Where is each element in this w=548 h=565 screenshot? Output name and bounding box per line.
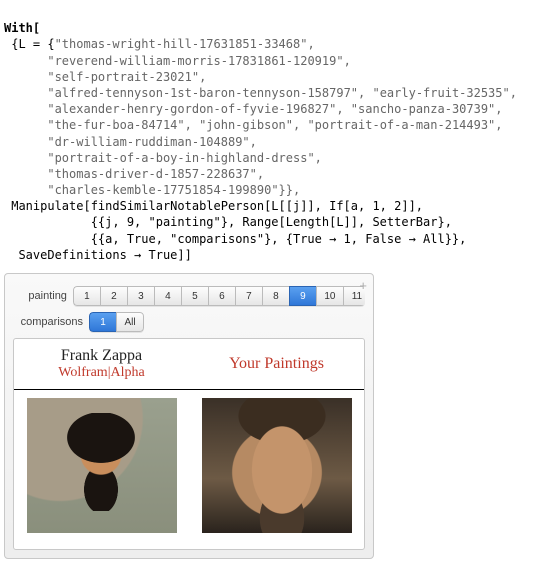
person-source: Wolfram|Alpha — [26, 365, 177, 381]
painting-image-cell — [189, 390, 364, 545]
person-image — [27, 398, 177, 533]
code-item-3: "alfred-tennyson-1st-baron-tennyson-1587… — [47, 86, 517, 100]
painting-option-7[interactable]: 7 — [235, 286, 262, 306]
painting-option-8[interactable]: 8 — [262, 286, 289, 306]
painting-option-3[interactable]: 3 — [127, 286, 154, 306]
manipulate-panel: + painting 1234567891011121314 compariso… — [4, 273, 374, 559]
painting-image — [202, 398, 352, 533]
painting-control-row: painting 1234567891011121314 — [13, 286, 365, 306]
painting-option-5[interactable]: 5 — [181, 286, 208, 306]
painting-source: Your Paintings — [201, 355, 352, 373]
comparisons-option-1[interactable]: 1 — [89, 312, 116, 332]
code-manip2: {{j, 9, "painting"}, Range[Length[L]], S… — [4, 215, 452, 229]
code-item-5: "the-fur-boa-84714", "john-gibson", "por… — [47, 118, 502, 132]
comparisons-setterbar[interactable]: 1All — [89, 312, 144, 332]
output-box: Frank Zappa Wolfram|Alpha Your Paintings — [13, 338, 365, 550]
comparisons-label: comparisons — [13, 316, 89, 328]
painting-option-6[interactable]: 6 — [208, 286, 235, 306]
code-item-7: "portrait-of-a-boy-in-highland-dress", — [47, 151, 322, 165]
comparisons-control-row: comparisons 1All — [13, 312, 365, 332]
code-item-4: "alexander-henry-gordon-of-fyvie-196827"… — [47, 102, 502, 116]
code-save: SaveDefinitions → True]] — [4, 248, 192, 262]
code-manip1: Manipulate[findSimilarNotablePerson[L[[j… — [4, 199, 423, 213]
person-image-cell — [14, 390, 189, 545]
code-item-1: "reverend-william-morris-17831861-120919… — [47, 54, 350, 68]
comparisons-option-All[interactable]: All — [116, 312, 144, 332]
painting-option-4[interactable]: 4 — [154, 286, 181, 306]
code-item-0: "thomas-wright-hill-17631851-33468", — [55, 37, 315, 51]
painting-option-9[interactable]: 9 — [289, 286, 316, 306]
code-item-2: "self-portrait-23021", — [47, 70, 206, 84]
code-manip3: {{a, True, "comparisons"}, {True → 1, Fa… — [4, 232, 466, 246]
code-item-6: "dr-william-ruddiman-104889", — [47, 135, 257, 149]
painting-option-10[interactable]: 10 — [316, 286, 343, 306]
result-table: Frank Zappa Wolfram|Alpha Your Paintings — [14, 339, 364, 544]
code-item-9: "charles-kemble-17751854-199890"}}, — [47, 183, 300, 197]
painting-option-2[interactable]: 2 — [100, 286, 127, 306]
painting-option-1[interactable]: 1 — [73, 286, 100, 306]
painting-label: painting — [13, 290, 73, 302]
code-with: With[ — [4, 21, 40, 35]
result-header-right: Your Paintings — [189, 339, 364, 390]
code-item-8: "thomas-driver-d-1857-228637", — [47, 167, 264, 181]
code-listdecl: {L = { — [4, 37, 55, 51]
person-name: Frank Zappa — [26, 347, 177, 365]
painting-setterbar[interactable]: 1234567891011121314 — [73, 286, 365, 306]
code-cell: With[ {L = {"thomas-wright-hill-17631851… — [4, 4, 544, 263]
expand-icon[interactable]: + — [359, 278, 367, 293]
result-header-left: Frank Zappa Wolfram|Alpha — [14, 339, 189, 390]
